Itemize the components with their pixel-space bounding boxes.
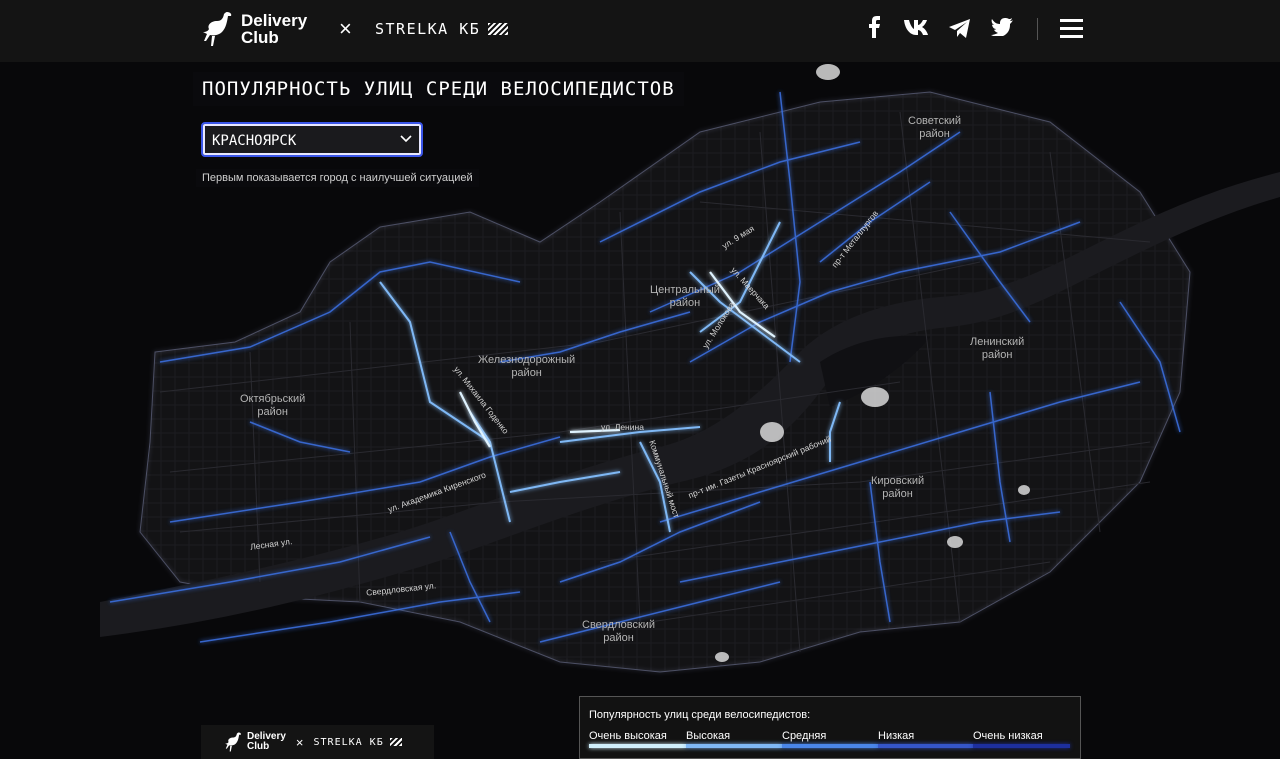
twitter-icon	[991, 18, 1013, 36]
district-label: Свердловский район	[582, 619, 656, 644]
hatch-icon	[389, 738, 402, 746]
legend-swatch	[973, 744, 1070, 748]
brand-line1: Delivery	[241, 11, 308, 30]
top-bar: Delivery Club × STRELKA КБ	[0, 0, 1280, 62]
city-select-value: КРАСНОЯРСК	[212, 133, 297, 149]
footer-brand-text: Delivery Club	[247, 731, 286, 752]
street-label: ул. Ленина	[601, 422, 644, 432]
ostrich-icon	[225, 732, 241, 752]
vk-link[interactable]	[904, 19, 932, 36]
district-label: Ленинский район	[970, 336, 1025, 361]
facebook-link[interactable]	[867, 16, 881, 38]
district-label: Кировский район	[871, 475, 925, 500]
header-divider	[1037, 18, 1038, 40]
footer-strelka: STRELKA КБ	[314, 737, 402, 748]
legend-label: Средняя	[782, 730, 827, 742]
vk-icon	[904, 20, 928, 35]
strelka-logo[interactable]: STRELKA КБ	[375, 20, 509, 38]
district-label: Октябрьский район	[240, 393, 306, 418]
district-label: Железнодорожный район	[478, 354, 576, 379]
menu-button[interactable]	[1060, 19, 1083, 38]
strelka-text: STRELKA КБ	[375, 20, 481, 38]
city-select[interactable]: КРАСНОЯРСК	[201, 122, 423, 157]
footer-times: ×	[295, 734, 304, 750]
map-legend: Популярность улиц среди велосипедистов: …	[579, 696, 1081, 759]
legend-swatch	[589, 744, 686, 748]
delivery-club-logo[interactable]: Delivery Club	[199, 10, 307, 48]
legend-label: Высокая	[686, 730, 731, 742]
legend-swatch	[686, 744, 782, 748]
page-title: ПОПУЛЯРНОСТЬ УЛИЦ СРЕДИ ВЕЛОСИПЕДИСТОВ	[193, 72, 684, 106]
collab-times: ×	[339, 16, 352, 41]
ostrich-icon	[203, 12, 232, 46]
legend-swatch	[878, 744, 973, 748]
telegram-icon	[949, 19, 970, 38]
footer-logos: Delivery Club × STRELKA КБ	[201, 725, 434, 759]
map-svg	[0, 62, 1280, 759]
legend-label: Низкая	[878, 730, 915, 742]
legend-label: Очень высокая	[589, 730, 667, 742]
facebook-icon	[869, 16, 880, 38]
legend-label: Очень низкая	[973, 730, 1043, 742]
brand-line2: Club	[241, 28, 279, 47]
city-order-hint: Первым показывается город с наилучшей си…	[196, 169, 479, 187]
hatch-icon	[488, 23, 509, 35]
chevron-down-icon	[400, 135, 412, 143]
legend-title: Популярность улиц среди велосипедистов:	[589, 709, 811, 721]
twitter-link[interactable]	[991, 18, 1013, 36]
map-canvas[interactable]	[0, 62, 1280, 759]
legend-swatch	[782, 744, 878, 748]
telegram-link[interactable]	[949, 19, 971, 38]
district-label: Центральный район	[650, 284, 720, 309]
district-label: Советский район	[908, 115, 962, 140]
